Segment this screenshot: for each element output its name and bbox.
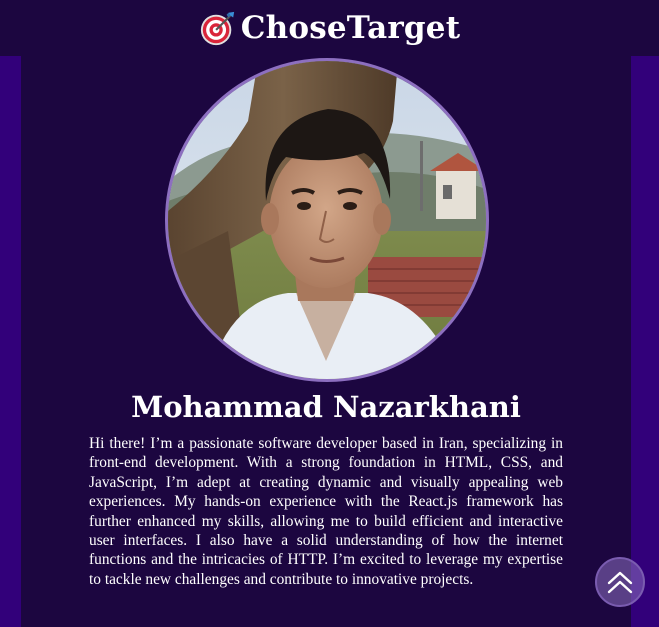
profile-photo-image [168, 61, 486, 379]
page-margin-right [631, 56, 659, 627]
scroll-to-top-button[interactable] [595, 557, 645, 607]
double-chevron-up-icon [607, 571, 633, 594]
dart-target-icon [200, 11, 234, 46]
profile-photo [165, 58, 489, 382]
profile-name: Mohammad Nazarkhani [131, 390, 521, 424]
brand-name: ChoseTarget [240, 10, 461, 46]
page-margin-left [0, 56, 21, 627]
profile-bio: Hi there! I’m a passionate software deve… [89, 435, 563, 588]
brand-logo[interactable]: ChoseTarget [199, 9, 461, 47]
site-header: ChoseTarget [0, 0, 659, 56]
